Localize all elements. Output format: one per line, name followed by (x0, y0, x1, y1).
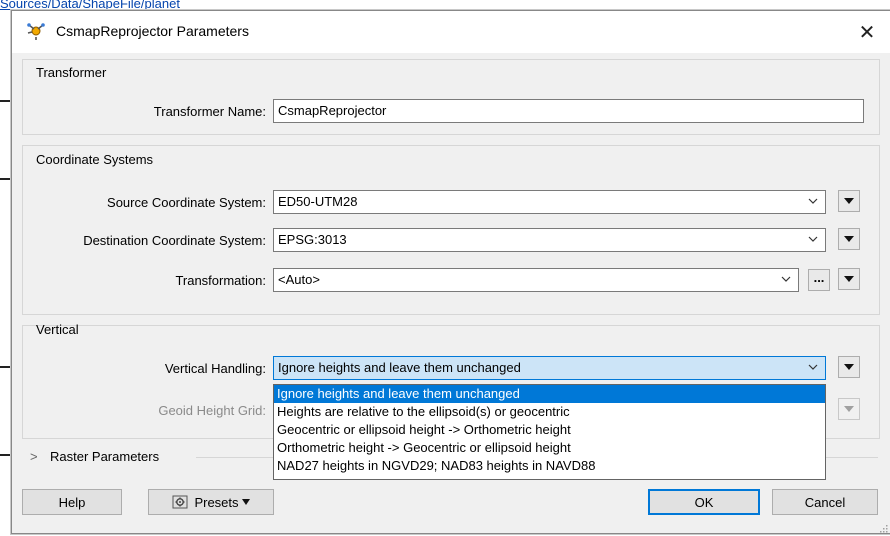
vertical-group-label: Vertical (36, 322, 79, 337)
coordinate-systems-group-label: Coordinate Systems (36, 152, 154, 167)
vertical-handling-combo[interactable]: Ignore heights and leave them unchanged (273, 356, 826, 380)
presets-dropdown-icon (241, 499, 250, 505)
transformer-name-input[interactable]: CsmapReprojector (273, 99, 864, 123)
connection-line (0, 366, 11, 368)
vertical-handling-label: Vertical Handling: (164, 361, 266, 376)
vertical-handling-dropdown-list: Ignore heights and leave them unchanged … (273, 384, 826, 480)
connection-line (0, 178, 11, 180)
transformation-label: Transformation: (175, 273, 266, 288)
source-cs-value: ED50-UTM28 (278, 194, 358, 209)
triangle-down-icon (844, 276, 854, 282)
vertical-handling-menu-button[interactable] (838, 356, 860, 378)
dropdown-option[interactable]: Ignore heights and leave them unchanged (274, 385, 825, 403)
source-cs-label: Source Coordinate System: (107, 195, 266, 210)
triangle-down-icon (844, 406, 854, 412)
raster-parameters-header[interactable]: Raster Parameters (50, 449, 159, 464)
triangle-down-icon (844, 364, 854, 370)
dialog-title: CsmapReprojector Parameters (56, 23, 249, 39)
triangle-down-icon (844, 198, 854, 204)
chevron-down-icon (808, 236, 818, 242)
transformation-browse-button[interactable]: ... (808, 269, 830, 291)
transformation-menu-button[interactable] (838, 268, 860, 290)
presets-label: Presets (194, 494, 239, 510)
help-button[interactable]: Help (22, 489, 122, 515)
transformer-group (22, 59, 880, 135)
cancel-button[interactable]: Cancel (772, 489, 878, 515)
chevron-down-icon (808, 364, 818, 370)
vertical-handling-value: Ignore heights and leave them unchanged (278, 360, 521, 375)
parameters-dialog: CsmapReprojector Parameters ✕ Transforme… (11, 10, 890, 534)
resize-grip-icon[interactable] (878, 521, 888, 533)
transformation-combo[interactable]: <Auto> (273, 268, 799, 292)
chevron-down-icon (781, 276, 791, 282)
gear-icon (172, 494, 190, 510)
source-cs-menu-button[interactable] (838, 190, 860, 212)
dropdown-option[interactable]: Heights are relative to the ellipsoid(s)… (274, 403, 825, 421)
transformer-group-label: Transformer (36, 65, 107, 80)
reprojector-icon (26, 21, 46, 41)
ok-button[interactable]: OK (648, 489, 760, 515)
destination-cs-value: EPSG:3013 (278, 232, 347, 247)
destination-cs-label: Destination Coordinate System: (83, 233, 266, 248)
connection-line (0, 454, 11, 456)
chevron-down-icon (808, 198, 818, 204)
close-button[interactable]: ✕ (844, 11, 890, 53)
connection-line (0, 100, 11, 102)
presets-button[interactable]: Presets (148, 489, 274, 515)
dropdown-option[interactable]: Geocentric or ellipsoid height -> Orthom… (274, 421, 825, 439)
destination-cs-combo[interactable]: EPSG:3013 (273, 228, 826, 252)
destination-cs-menu-button[interactable] (838, 228, 860, 250)
geoid-height-grid-menu-button (838, 398, 860, 420)
transformer-name-label: Transformer Name: (153, 104, 266, 119)
geoid-height-grid-label: Geoid Height Grid: (158, 403, 266, 418)
title-bar[interactable]: CsmapReprojector Parameters ✕ (12, 11, 890, 53)
raster-expand-chevron-icon[interactable]: > (30, 449, 38, 464)
transformation-value: <Auto> (278, 272, 320, 287)
dropdown-option[interactable]: Orthometric height -> Geocentric or elli… (274, 439, 825, 457)
triangle-down-icon (844, 236, 854, 242)
dropdown-option[interactable]: NAD27 heights in NGVD29; NAD83 heights i… (274, 457, 825, 475)
source-cs-combo[interactable]: ED50-UTM28 (273, 190, 826, 214)
close-icon: ✕ (858, 21, 876, 44)
